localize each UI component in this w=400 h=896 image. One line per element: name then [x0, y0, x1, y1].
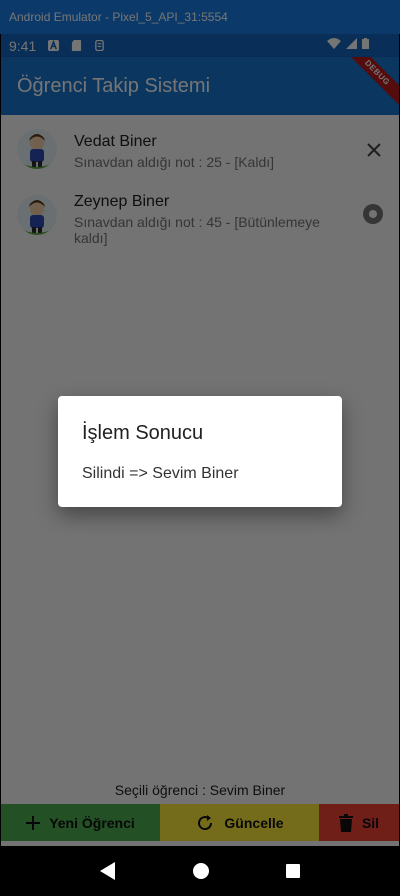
notification-a-icon — [48, 40, 60, 51]
sd-card-icon — [72, 40, 82, 51]
close-icon[interactable] — [367, 143, 381, 157]
sim-icon — [95, 40, 105, 51]
wifi-icon — [327, 38, 341, 49]
home-icon[interactable] — [192, 862, 209, 879]
status-bar: 9:41 — [1, 34, 399, 57]
back-icon[interactable] — [99, 861, 116, 880]
student-avatar — [17, 195, 57, 235]
student-list-item[interactable]: Vedat Biner Sınavdan aldığı not : 25 - [… — [1, 115, 399, 181]
recents-icon[interactable] — [286, 863, 301, 878]
result-dialog: İşlem Sonucu Silindi => Sevim Biner — [58, 396, 342, 507]
selected-student-label: Seçili öğrenci : Sevim Biner — [114, 782, 286, 798]
app-title: Öğrenci Takip Sistemi — [17, 74, 211, 97]
new-student-label: Yeni Öğrenci — [49, 814, 135, 831]
student-avatar — [17, 129, 57, 169]
delete-label: Sil — [361, 814, 380, 831]
add-icon — [26, 815, 41, 830]
new-student-button[interactable]: Yeni Öğrenci — [1, 804, 160, 841]
update-label: Güncelle — [224, 814, 284, 831]
student-list-item[interactable]: Zeynep Biner Sınavdan aldığı not : 45 - … — [1, 181, 399, 247]
trash-icon — [338, 813, 353, 832]
status-time: 9:41 — [9, 37, 37, 54]
student-grade: Sınavdan aldığı not : 45 - [Bütünlemeye … — [74, 214, 320, 246]
dialog-title: İşlem Sonucu — [82, 422, 204, 444]
record-icon[interactable] — [363, 204, 383, 224]
emulator-title-bar: Android Emulator - Pixel_5_API_31:5554 — [0, 0, 400, 34]
student-name: Vedat Biner — [74, 133, 157, 150]
signal-icon — [346, 38, 357, 49]
refresh-icon — [198, 814, 213, 830]
student-grade: Sınavdan aldığı not : 25 - [Kaldı] — [74, 154, 275, 170]
update-button[interactable]: Güncelle — [160, 804, 319, 841]
debug-banner: DEBUG — [338, 57, 399, 112]
app-bar: Öğrenci Takip Sistemi DEBUG — [1, 57, 399, 115]
delete-button[interactable]: Sil — [319, 804, 399, 841]
navigation-bar — [1, 846, 399, 895]
student-name: Zeynep Biner — [74, 193, 170, 210]
emulator-title: Android Emulator - Pixel_5_API_31:5554 — [9, 10, 228, 24]
dialog-message: Silindi => Sevim Biner — [82, 465, 239, 482]
battery-icon — [362, 38, 369, 49]
action-buttons: Yeni Öğrenci Güncelle Sil — [1, 804, 399, 841]
